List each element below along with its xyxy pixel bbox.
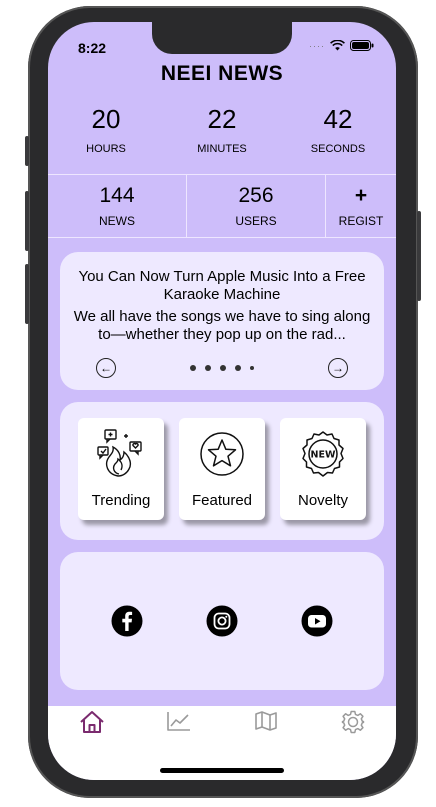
hours-value: 20: [91, 104, 121, 134]
status-icons: ····: [309, 40, 374, 51]
carousel-dot[interactable]: [220, 365, 226, 371]
battery-icon: [350, 40, 374, 51]
users-label: USERS: [235, 214, 277, 228]
news-count: 144: [99, 184, 135, 207]
category-featured[interactable]: Featured: [179, 418, 265, 520]
users-count: 256: [238, 184, 274, 207]
volume-down-button: [25, 264, 29, 324]
mute-switch: [25, 136, 29, 166]
news-headline: You Can Now Turn Apple Music Into a Free…: [78, 268, 366, 303]
countdown-hours: 20 HOURS: [48, 104, 164, 155]
power-button: [417, 211, 421, 301]
carousel-nav: ← →: [60, 358, 384, 378]
plus-icon: +: [354, 184, 368, 207]
new-badge-icon: NEW: [302, 431, 344, 477]
minutes-value: 22: [207, 104, 237, 134]
settings-icon: [341, 710, 364, 734]
tab-stats[interactable]: [159, 710, 199, 740]
hours-label: HOURS: [86, 143, 126, 155]
countdown-minutes: 22 MINUTES: [164, 104, 280, 155]
carousel-dot[interactable]: [205, 365, 211, 371]
carousel-dot[interactable]: [190, 365, 196, 371]
tab-settings[interactable]: [333, 710, 373, 740]
youtube-icon[interactable]: [301, 605, 333, 637]
svg-text:NEW: NEW: [311, 450, 336, 461]
register-label: REGIST: [338, 214, 384, 228]
category-label: Novelty: [297, 492, 349, 509]
stat-news[interactable]: 144 NEWS: [48, 175, 187, 237]
trending-icon: [97, 429, 142, 477]
social-panel: [60, 552, 384, 690]
news-excerpt: We all have the songs we have to sing al…: [73, 308, 371, 343]
carousel-dot[interactable]: [235, 365, 241, 371]
category-label: Trending: [91, 492, 151, 509]
star-icon: [200, 432, 244, 476]
chart-icon: [166, 712, 190, 731]
stat-users[interactable]: 256 USERS: [187, 175, 326, 237]
countdown-seconds: 42 SECONDS: [280, 104, 396, 155]
status-time: 8:22: [78, 40, 107, 56]
seconds-value: 42: [323, 104, 353, 134]
minutes-label: MINUTES: [197, 143, 247, 155]
countdown: 20 HOURS 22 MINUTES 42 SECONDS: [48, 104, 396, 155]
notch: [152, 22, 292, 54]
category-label: Featured: [191, 492, 253, 509]
app-title: NEEI NEWS: [160, 62, 284, 85]
category-novelty[interactable]: NEW Novelty: [280, 418, 366, 520]
instagram-icon[interactable]: [206, 605, 238, 637]
map-icon: [254, 711, 277, 731]
wifi-icon: [330, 40, 345, 51]
facebook-icon[interactable]: [111, 605, 143, 637]
stats-bar: 144 NEWS 256 USERS + REGIST: [48, 174, 396, 238]
category-trending[interactable]: Trending: [78, 418, 164, 520]
signal-icon: ····: [309, 40, 325, 51]
volume-up-button: [25, 191, 29, 251]
news-label: NEWS: [99, 214, 135, 228]
carousel-dot[interactable]: [250, 366, 254, 370]
register-button[interactable]: + REGIST: [326, 175, 396, 237]
tab-home[interactable]: [72, 710, 112, 740]
seconds-label: SECONDS: [310, 143, 366, 155]
tab-map[interactable]: [246, 710, 286, 740]
app-screen: 8:22 ···· NEEI NEWS 20 HOURS 22 MINUTES …: [48, 22, 396, 780]
home-icon: [79, 711, 104, 733]
home-indicator[interactable]: [160, 768, 284, 773]
next-arrow-icon[interactable]: →: [328, 358, 348, 378]
news-carousel[interactable]: You Can Now Turn Apple Music Into a Free…: [60, 252, 384, 390]
categories-panel: Trending Featured NEW Novelty: [60, 402, 384, 540]
